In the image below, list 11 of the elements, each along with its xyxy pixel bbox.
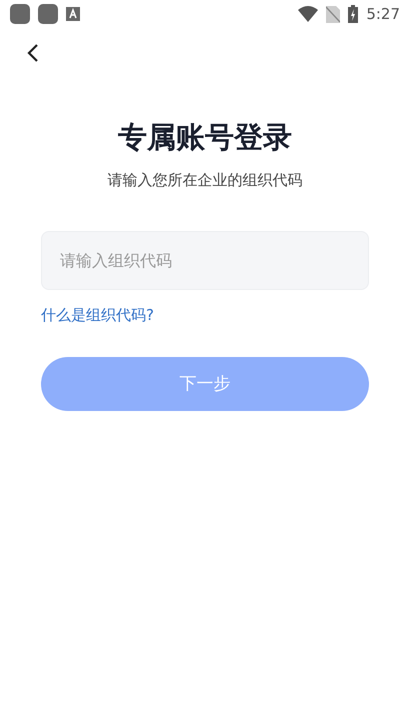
page-subtitle: 请输入您所在企业的组织代码	[108, 170, 302, 189]
org-code-field[interactable]: 请输入组织代码	[41, 231, 369, 290]
no-sim-icon	[326, 6, 340, 22]
page-title: 专属账号登录	[118, 120, 292, 154]
notification-icon	[10, 4, 30, 24]
wifi-icon	[298, 6, 318, 22]
notification-icon	[38, 4, 58, 24]
help-link[interactable]: 什么是组织代码?	[41, 304, 154, 327]
font-icon	[66, 7, 80, 21]
status-time: 5:27	[366, 4, 400, 25]
battery-charging-icon	[348, 5, 358, 23]
